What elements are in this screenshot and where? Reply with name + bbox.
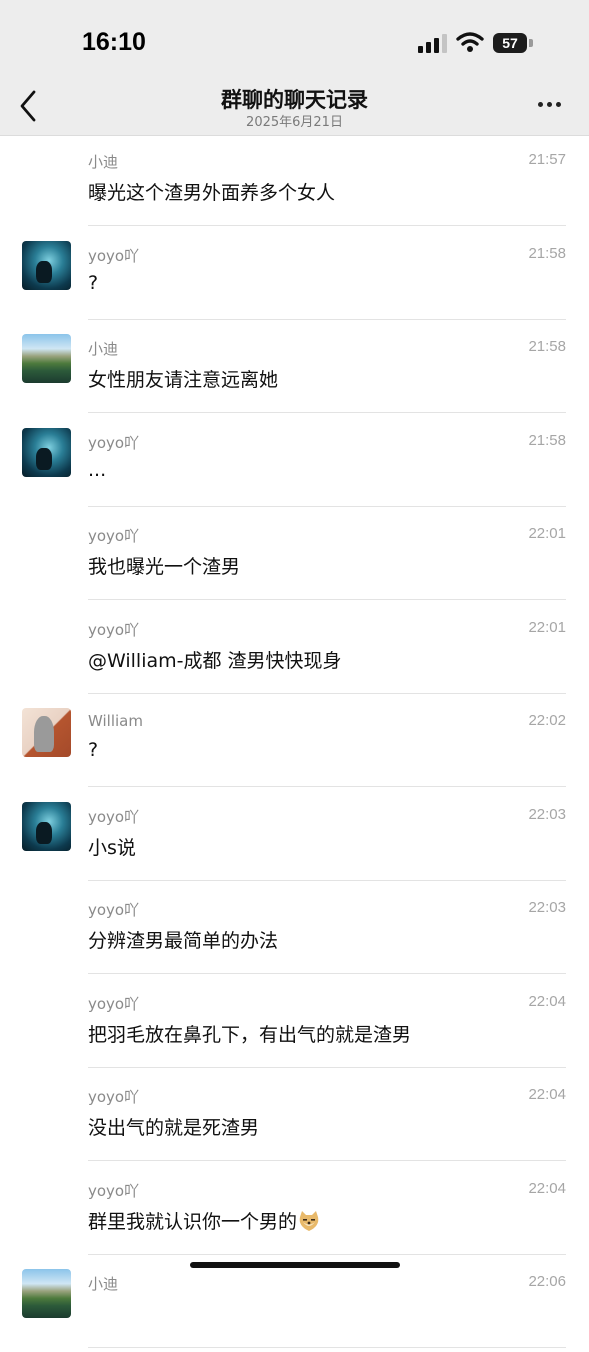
- sender-name: yoyo吖: [88, 1088, 140, 1106]
- divider: [88, 412, 566, 413]
- cellular-signal-icon: [418, 34, 447, 53]
- divider: [88, 973, 566, 974]
- message-text-content: @William-成都 渣男快快现身: [88, 649, 342, 672]
- chat-message-item[interactable]: yoyo吖 22:01 我也曝光一个渣男: [0, 511, 589, 604]
- message-text: 没出气的就是死渣男: [88, 1113, 259, 1140]
- divider: [88, 1160, 566, 1161]
- sender-name: yoyo吖: [88, 620, 140, 639]
- chat-message-item[interactable]: yoyo吖 22:04 群里我就认识你一个男的: [0, 1166, 589, 1259]
- divider: [88, 1253, 566, 1255]
- divider: [88, 879, 566, 881]
- message-time: 21:58: [528, 431, 566, 449]
- chat-message-item[interactable]: yoyo吖 22:04 把羽毛放在鼻孔下，有出气的就是渣男: [0, 979, 589, 1072]
- message-time: 22:04: [528, 1179, 566, 1197]
- more-dots-icon[interactable]: [532, 94, 568, 114]
- wifi-icon: [456, 32, 484, 52]
- chat-message-item[interactable]: yoyo吖 22:04 没出气的就是死渣男: [0, 1072, 589, 1165]
- message-text: 分辨渣男最简单的办法: [88, 926, 278, 953]
- divider: [88, 318, 566, 320]
- message-text: 女性朋友请注意远离她: [88, 365, 278, 392]
- message-text-content: 分辨渣男最简单的办法: [88, 930, 279, 952]
- chat-message-item[interactable]: yoyo吖 21:58...: [0, 418, 589, 511]
- message-text: 我也曝光一个渣男: [88, 552, 240, 579]
- message-time: 22:02: [528, 712, 566, 729]
- sender-name: yoyo吖: [88, 1181, 140, 1200]
- message-text-content: 群里我就认识你一个男的: [88, 1210, 298, 1233]
- sender-name: yoyo吖: [88, 994, 140, 1013]
- sender-name: yoyo吖: [88, 901, 140, 919]
- sender-name: William: [88, 712, 143, 730]
- message-text: @William-成都 渣男快快现身: [88, 646, 342, 673]
- message-time: 22:01: [528, 525, 566, 542]
- chat-message-item[interactable]: yoyo吖 22:03 小s说: [0, 792, 589, 885]
- chat-message-item[interactable]: yoyo吖 21:58?: [0, 231, 589, 324]
- chat-message-item[interactable]: yoyo吖 22:03 分辨渣男最简单的办法: [0, 885, 589, 978]
- message-text-content: 曝光这个渣男外面养多个女人: [88, 182, 336, 204]
- battery-tip: [529, 39, 533, 47]
- chat-message-item[interactable]: 小迪 21:57 曝光这个渣男外面养多个女人: [0, 137, 589, 230]
- chat-message-item[interactable]: 小迪 22:06: [0, 1259, 589, 1352]
- message-time: 21:57: [528, 151, 566, 168]
- home-indicator[interactable]: [190, 1262, 400, 1268]
- message-text-content: 把羽毛放在鼻孔下，有出气的就是渣男: [88, 1023, 412, 1046]
- message-text-content: ...: [88, 458, 107, 481]
- message-time: 22:01: [528, 618, 566, 636]
- avatar[interactable]: [22, 1269, 71, 1318]
- message-text-content: ?: [88, 271, 99, 294]
- sender-name: yoyo吖: [88, 433, 140, 452]
- avatar[interactable]: [22, 240, 71, 290]
- message-time: 22:03: [528, 805, 566, 823]
- message-time: 21:58: [528, 244, 566, 262]
- divider: [88, 786, 566, 787]
- message-text: ...: [88, 459, 106, 481]
- divider: [88, 1066, 566, 1068]
- avatar[interactable]: [22, 708, 71, 757]
- divider: [88, 225, 566, 226]
- avatar[interactable]: [22, 427, 71, 477]
- page-subtitle-date: 2025年6月21日: [246, 115, 343, 130]
- message-text: 群里我就认识你一个男的: [88, 1207, 321, 1234]
- message-time: 22:04: [528, 992, 566, 1010]
- divider: [88, 692, 566, 694]
- avatar[interactable]: [22, 334, 71, 383]
- status-time: 16:10: [82, 28, 146, 56]
- navigation-bar: 16:10 57 群聊的聊天记录 2025年6月21日: [0, 0, 589, 136]
- chat-message-item[interactable]: William 22:02?: [0, 698, 589, 791]
- sender-name: 小迪: [88, 1275, 119, 1293]
- sender-name: 小迪: [88, 340, 119, 358]
- message-text-content: 没出气的就是死渣男: [88, 1117, 260, 1139]
- battery-indicator: 57: [493, 33, 527, 53]
- message-text: 小s说: [88, 833, 136, 860]
- message-text-content: 女性朋友请注意远离她: [88, 369, 279, 391]
- message-time: 22:03: [528, 899, 566, 916]
- sender-name: yoyo吖: [88, 246, 140, 265]
- message-time: 22:04: [528, 1086, 566, 1103]
- message-text: 把羽毛放在鼻孔下，有出气的就是渣男: [88, 1020, 411, 1047]
- message-text-content: 小s说: [88, 836, 136, 859]
- avatar[interactable]: [22, 801, 71, 851]
- message-time: 21:58: [528, 338, 566, 355]
- divider: [88, 599, 566, 600]
- message-text-content: ?: [88, 739, 99, 761]
- doge-emoji: [299, 1210, 319, 1231]
- sender-name: yoyo吖: [88, 527, 140, 545]
- sender-name: yoyo吖: [88, 807, 140, 826]
- chat-message-item[interactable]: yoyo吖 22:01 @William-成都 渣男快快现身: [0, 605, 589, 698]
- message-text-content: 我也曝光一个渣男: [88, 556, 241, 578]
- chat-message-item[interactable]: 小迪 21:58 女性朋友请注意远离她: [0, 324, 589, 417]
- page-title: 群聊的聊天记录: [221, 88, 368, 112]
- divider: [88, 1347, 566, 1348]
- message-text: 曝光这个渣男外面养多个女人: [88, 178, 335, 205]
- message-text: ?: [88, 739, 98, 761]
- message-text: ?: [88, 272, 98, 294]
- message-time: 22:06: [528, 1273, 566, 1290]
- sender-name: 小迪: [88, 153, 119, 171]
- divider: [88, 505, 566, 507]
